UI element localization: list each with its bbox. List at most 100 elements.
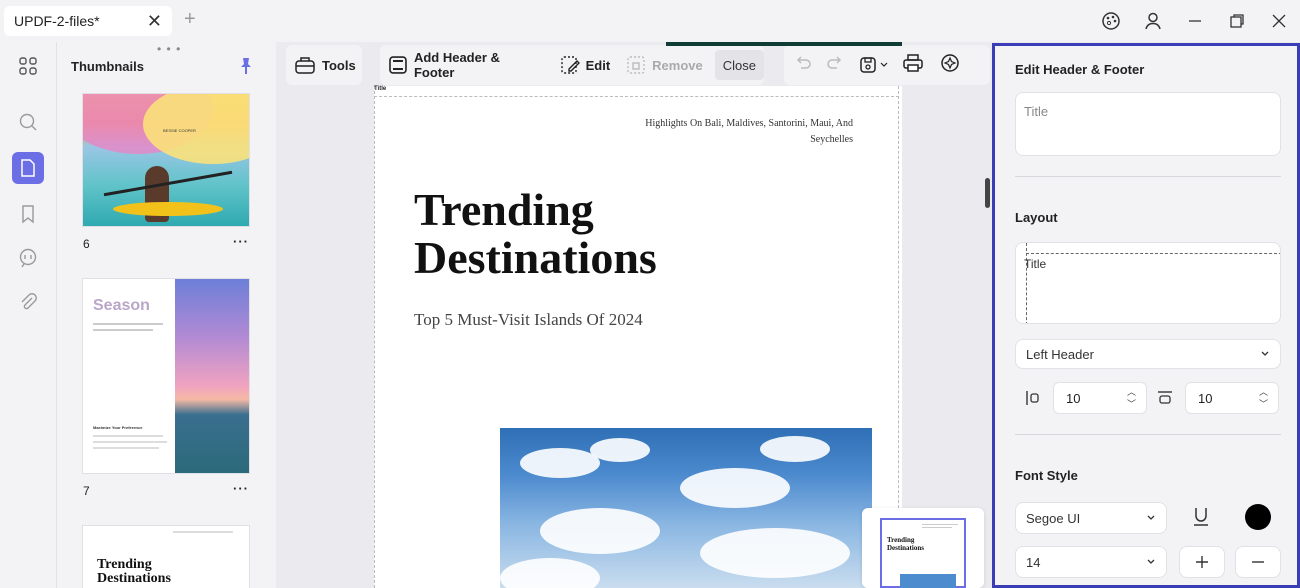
print-icon[interactable]: [902, 53, 924, 78]
account-icon[interactable]: [1132, 0, 1174, 42]
undo-icon[interactable]: [794, 54, 812, 77]
add-header-footer-label: Add Header & Footer: [413, 50, 500, 80]
attachment-icon[interactable]: [12, 286, 44, 318]
window-controls: [1090, 0, 1300, 42]
top-margin-stepper[interactable]: 10 ︿ ﹀: [1185, 382, 1279, 414]
tools-button[interactable]: Tools: [286, 45, 362, 85]
minimize-icon[interactable]: [1174, 0, 1216, 42]
document-subtitle: Top 5 Must-Visit Islands Of 2024: [414, 310, 643, 329]
remove-label: Remove: [652, 57, 703, 73]
theme-palette-icon[interactable]: [1090, 0, 1132, 42]
panel-drag-handle[interactable]: • • •: [157, 42, 181, 56]
font-size-value: 14: [1026, 554, 1041, 570]
header-footer-toolbar: Add Header & Footer Edit Remove Close: [380, 45, 764, 85]
remove-button[interactable]: Remove: [618, 45, 711, 85]
quick-actions-toolbar: [784, 45, 990, 85]
thumb7-title: Season: [93, 297, 150, 314]
restore-icon[interactable]: [1216, 0, 1258, 42]
save-icon[interactable]: [858, 55, 888, 75]
left-margin-stepper[interactable]: 10 ︿ ﹀: [1053, 382, 1147, 414]
search-icon[interactable]: [12, 106, 44, 138]
thumbnail-page-7[interactable]: Season Maximize Your Preference: [83, 279, 249, 473]
panel-title: Edit Header & Footer: [1015, 62, 1145, 77]
navigator-title-line2: Destinations: [887, 544, 924, 552]
stepper-arrows-icon[interactable]: ︿ ﹀: [1127, 386, 1136, 410]
grid-view-icon[interactable]: [12, 50, 44, 82]
page-navigator[interactable]: Trending Destinations: [862, 508, 984, 588]
font-size-select[interactable]: 14: [1015, 546, 1167, 578]
divider: [1015, 176, 1281, 177]
header-text-input[interactable]: Title: [1015, 92, 1281, 156]
edit-icon: [560, 56, 580, 74]
thumbnail-more-icon[interactable]: ···: [233, 481, 249, 496]
add-header-footer-button[interactable]: Add Header & Footer: [380, 45, 552, 85]
left-margin-icon: [1025, 390, 1041, 411]
comment-icon[interactable]: [12, 242, 44, 274]
close-window-icon[interactable]: [1258, 0, 1300, 42]
document-title-line1: Trending: [414, 184, 594, 235]
top-margin-icon: [1157, 390, 1173, 411]
edit-header-footer-panel: Edit Header & Footer Title Layout Title …: [992, 43, 1300, 588]
page-thumbnails-icon[interactable]: [12, 152, 44, 184]
tools-label: Tools: [322, 57, 356, 73]
thumbnails-title: Thumbnails: [71, 59, 144, 74]
thumbnail-more-icon[interactable]: ···: [233, 234, 249, 249]
thumb6-label: BESSIE COOPER: [163, 128, 196, 133]
chevron-down-icon: [1261, 351, 1269, 356]
font-color-swatch[interactable]: [1245, 504, 1271, 530]
minus-icon: [1252, 561, 1264, 563]
header-position-value: Left Header: [1026, 346, 1094, 362]
close-button[interactable]: Close: [714, 50, 764, 80]
navigator-title-line1: Trending: [887, 536, 915, 544]
document-title: Trending Destinations: [414, 186, 657, 282]
layout-preview: Title: [1015, 242, 1281, 324]
increase-font-button[interactable]: [1179, 546, 1225, 578]
header-field-tag[interactable]: Title: [374, 86, 386, 92]
font-family-select[interactable]: Segoe UI: [1015, 502, 1167, 534]
thumbnail-page-number: 6: [83, 237, 90, 251]
top-margin-value: 10: [1198, 390, 1213, 406]
underline-icon[interactable]: [1191, 506, 1211, 533]
toolbox-icon: [295, 57, 315, 74]
document-title-line2: Destinations: [414, 232, 657, 283]
font-style-label: Font Style: [1015, 468, 1078, 483]
left-margin-value: 10: [1066, 390, 1081, 406]
sky-photo: [500, 428, 872, 588]
plus-icon: [1196, 556, 1208, 568]
thumb8-title: Trending Destinations: [97, 557, 171, 586]
pin-icon[interactable]: [237, 56, 255, 81]
title-bar: UPDF-2-files* ✕ +: [0, 0, 1300, 42]
header-footer-icon: [389, 56, 407, 74]
layout-preview-text: Title: [1024, 257, 1047, 271]
close-tab-icon[interactable]: ✕: [147, 11, 162, 32]
tab-title: UPDF-2-files*: [14, 13, 100, 29]
vertical-scrollbar[interactable]: [985, 178, 990, 208]
header-guide: [374, 96, 899, 97]
remove-icon: [627, 56, 645, 74]
chevron-down-icon: [1147, 559, 1155, 564]
margin-guide-left: [374, 86, 375, 588]
bookmark-icon[interactable]: [12, 198, 44, 230]
layout-label: Layout: [1015, 210, 1058, 225]
document-tab[interactable]: UPDF-2-files* ✕: [4, 6, 172, 36]
thumbnail-page-number: 7: [83, 484, 90, 498]
chevron-down-icon: [1147, 515, 1155, 520]
ai-assistant-icon[interactable]: [938, 51, 962, 80]
previous-page-edge: [666, 42, 902, 46]
edit-label: Edit: [585, 57, 611, 73]
thumb7-subtitle: Maximize Your Preference: [93, 425, 143, 430]
header-position-select[interactable]: Left Header: [1015, 339, 1281, 369]
divider: [1015, 434, 1281, 435]
header-text-placeholder: Title: [1024, 104, 1049, 119]
navigator-current-page[interactable]: Trending Destinations: [880, 518, 966, 588]
thumbnail-page-6[interactable]: BESSIE COOPER: [83, 94, 249, 226]
thumbnail-page-8[interactable]: Trending Destinations: [83, 526, 249, 588]
left-icon-rail: [0, 42, 56, 588]
redo-icon[interactable]: [826, 54, 844, 77]
stepper-arrows-icon[interactable]: ︿ ﹀: [1259, 386, 1268, 410]
edit-button[interactable]: Edit: [552, 45, 619, 85]
font-family-value: Segoe UI: [1026, 510, 1081, 526]
page-header-text: Highlights On Bali, Maldives, Santorini,…: [645, 118, 853, 145]
decrease-font-button[interactable]: [1235, 546, 1281, 578]
new-tab-icon[interactable]: +: [184, 8, 196, 31]
